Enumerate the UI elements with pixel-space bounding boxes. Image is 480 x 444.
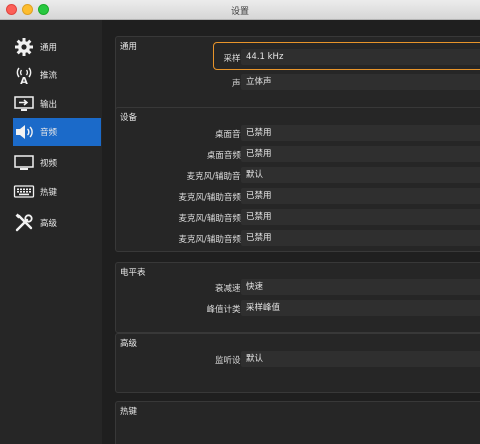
display-icon: [13, 152, 35, 174]
sidebar-item-label: 推流: [40, 71, 58, 81]
sidebar-item-advanced[interactable]: 高级: [13, 209, 101, 237]
group-title-devices: 设备: [120, 113, 138, 123]
channels-select[interactable]: 立体声: [241, 74, 480, 90]
decay-rate-select[interactable]: 快速: [241, 279, 480, 295]
sidebar-item-audio[interactable]: 音频: [13, 118, 101, 146]
sidebar-item-general[interactable]: 通用: [13, 33, 101, 61]
group-title-hotkeys: 热键: [120, 407, 138, 417]
window-title: 设置: [230, 7, 249, 17]
desktop-audio-2-select[interactable]: 已禁用: [241, 146, 480, 162]
broadcast-icon: A: [13, 64, 35, 86]
mic-aux-row: 麦克风/辅助音频 默认: [116, 166, 480, 184]
mic-aux-2-label: 麦克风/辅助音频 2: [178, 193, 249, 203]
settings-window: 设置 通用 A 推流 输出 音频 视频 热键 高级 通用 采样率 44.1 kH…: [0, 0, 480, 444]
sidebar-item-hotkeys[interactable]: 热键: [13, 178, 101, 206]
hotkeys-group: 热键: [115, 401, 480, 444]
sample-rate-row: 采样率 44.1 kHz: [116, 42, 480, 70]
tools-icon: [13, 212, 35, 234]
sidebar-item-label: 高级: [40, 219, 58, 229]
title-bar: 设置: [0, 0, 480, 20]
advanced-group: 高级 监听设备 默认: [115, 333, 480, 393]
desktop-audio-row: 桌面音频 已禁用: [116, 124, 480, 142]
mic-aux-label: 麦克风/辅助音频: [186, 172, 249, 182]
sidebar-item-video[interactable]: 视频: [13, 149, 101, 177]
desktop-audio-2-row: 桌面音频 2 已禁用: [116, 145, 480, 163]
gear-icon: [13, 36, 35, 58]
sidebar-item-label: 通用: [40, 43, 58, 53]
general-group: 通用 采样率 44.1 kHz 声道 立体声: [115, 36, 480, 113]
svg-text:A: A: [20, 76, 28, 86]
peak-meter-type-select[interactable]: 采样峰值: [241, 300, 480, 316]
peak-meter-type-row: 峰值计类型 采样峰值: [116, 299, 480, 317]
sidebar-item-output[interactable]: 输出: [13, 90, 101, 118]
decay-rate-row: 衰减速率 快速: [116, 278, 480, 296]
devices-group: 设备 桌面音频 已禁用 桌面音频 2 已禁用 麦克风/辅助音频 默认 麦克风/辅…: [115, 107, 480, 252]
group-title-meters: 电平表: [120, 268, 146, 278]
mic-aux-3-label: 麦克风/辅助音频 3: [178, 214, 249, 224]
mic-aux-2-select[interactable]: 已禁用: [241, 188, 480, 204]
channels-row: 声道 立体声: [116, 73, 480, 91]
keyboard-icon: [13, 181, 35, 203]
desktop-audio-select[interactable]: 已禁用: [241, 125, 480, 141]
monitor-output-icon: [13, 93, 35, 115]
mic-aux-3-select[interactable]: 已禁用: [241, 209, 480, 225]
mic-aux-4-label: 麦克风/辅助音频 4: [178, 235, 249, 245]
mic-aux-2-row: 麦克风/辅助音频 2 已禁用: [116, 187, 480, 205]
mic-aux-4-select[interactable]: 已禁用: [241, 230, 480, 246]
sidebar-item-label: 视频: [40, 159, 58, 169]
audio-settings-panel: 通用 采样率 44.1 kHz 声道 立体声 设备 桌面音频 已禁用 桌面音频 …: [102, 20, 480, 444]
speaker-icon: [13, 121, 35, 143]
monitoring-device-row: 监听设备 默认: [116, 350, 480, 368]
sidebar-item-label: 热键: [40, 188, 58, 198]
sidebar-item-stream[interactable]: A 推流: [13, 61, 101, 89]
sidebar-item-label: 音频: [40, 128, 58, 138]
settings-sidebar: 通用 A 推流 输出 音频 视频 热键 高级: [0, 20, 102, 444]
group-title-advanced: 高级: [120, 339, 138, 349]
sidebar-item-label: 输出: [40, 100, 58, 110]
monitoring-device-select[interactable]: 默认: [241, 351, 480, 367]
mic-aux-3-row: 麦克风/辅助音频 3 已禁用: [116, 208, 480, 226]
meters-group: 电平表 衰减速率 快速 峰值计类型 采样峰值: [115, 262, 480, 333]
sample-rate-select[interactable]: 44.1 kHz: [241, 49, 480, 65]
mic-aux-4-row: 麦克风/辅助音频 4 已禁用: [116, 229, 480, 247]
mic-aux-select[interactable]: 默认: [241, 167, 480, 183]
